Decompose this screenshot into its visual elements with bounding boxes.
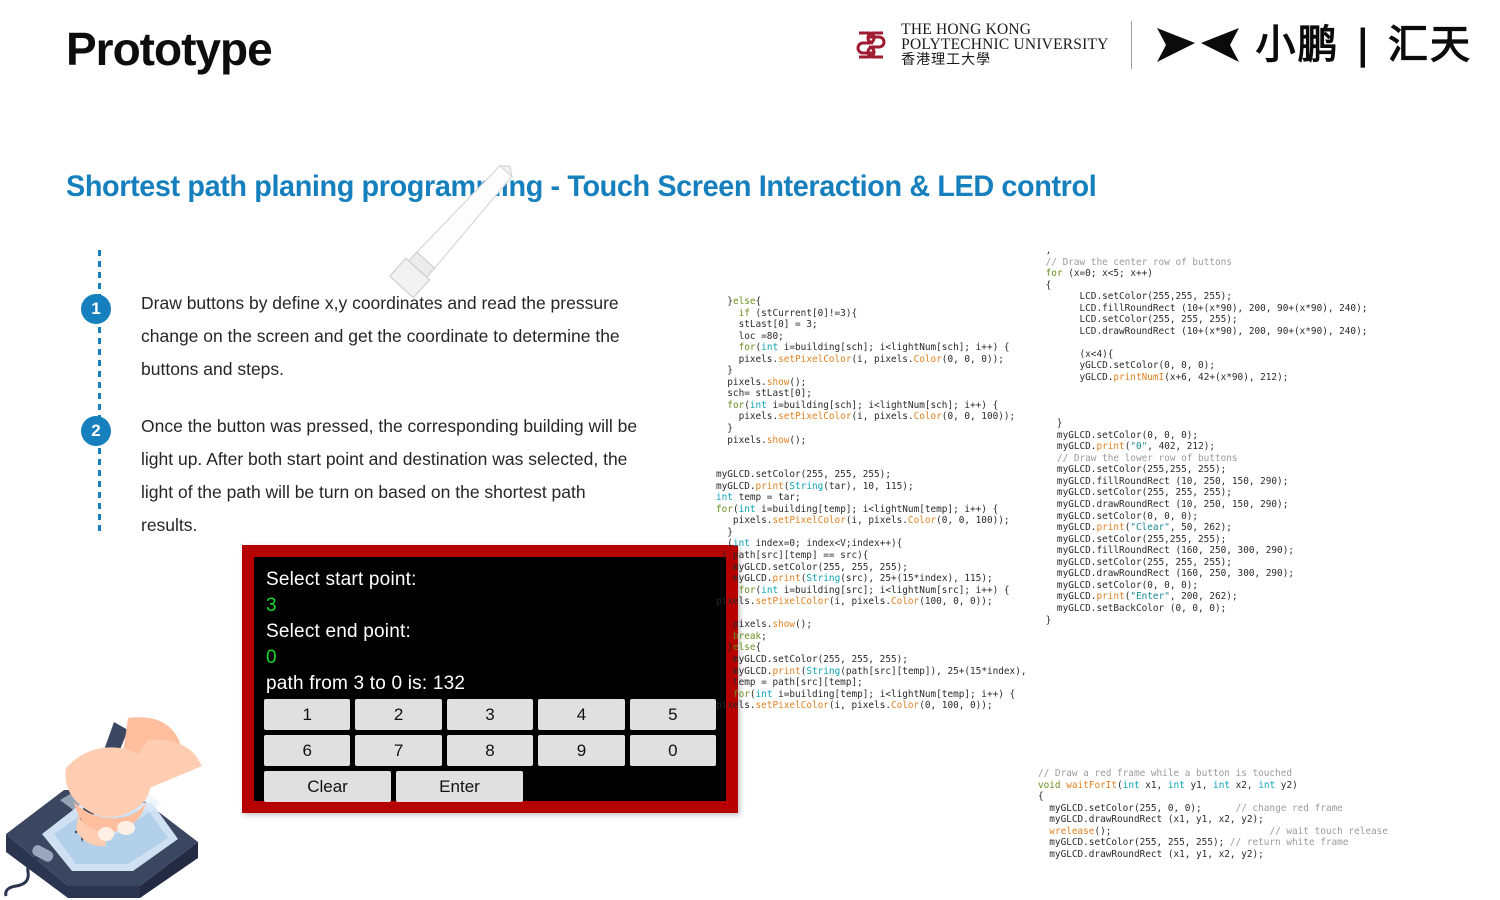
key-8[interactable]: 8 [446,735,534,766]
xpeng-wordmark: 小鹏 | 汇天 [1255,22,1472,68]
polyu-line-1: THE HONG KONG [901,20,1032,38]
key-6[interactable]: 6 [264,735,351,766]
numeric-keypad: 1 2 3 4 5 6 7 8 9 0 Clear Enter [264,699,717,807]
dashed-line [98,250,101,535]
bullet-badge-2: 2 [81,416,111,446]
bullet-text-1: Draw buttons by define x,y coordinates a… [141,293,620,379]
keypad-row-3: Clear Enter [264,771,716,802]
keypad-row-1: 1 2 3 4 5 [264,699,717,730]
code-block-right-lower: // Draw a red frame while a button is to… [1038,768,1388,860]
polyu-line-3-chinese: 香港理工大學 [901,53,992,69]
polyu-wordmark: THE HONG KONG POLYTECHNIC UNIVERSITY 香港理… [901,20,1109,69]
key-2[interactable]: 2 [355,699,442,730]
xpeng-butterfly-icon [1156,28,1239,62]
section-subtitle: Shortest path planing programming - Touc… [66,170,1097,203]
code-block-right-upper: , // Draw the center row of buttons for … [1045,245,1368,626]
timeline-connector: 1 2 [81,250,111,535]
enter-button[interactable]: Enter [396,771,523,802]
key-0[interactable]: 0 [629,735,717,766]
lcd-screen: Select start point: 3 Select end point: … [254,557,726,802]
polyu-line-2: POLYTECHNIC UNIVERSITY [901,36,1109,54]
start-point-prompt: Select start point: [266,569,417,590]
end-point-prompt: Select end point: [266,621,411,642]
bullet-text-2: Once the button was pressed, the corresp… [141,416,638,535]
key-7[interactable]: 7 [355,735,442,766]
key-5[interactable]: 5 [629,699,717,730]
logo-bar: THE HONG KONG POLYTECHNIC UNIVERSITY 香港理… [850,16,1472,74]
xpeng-aeroht-logo: 小鹏 | 汇天 [1154,22,1472,68]
bullet-badge-1: 1 [81,294,111,324]
keypad-row-2: 6 7 8 9 0 [264,735,717,766]
code-block-middle: }else{ if (stCurrent[0]!=3){ stLast[0] =… [716,296,1027,712]
key-4[interactable]: 4 [538,699,625,730]
touchscreen-device-mockup: Select start point: 3 Select end point: … [242,545,738,813]
key-9[interactable]: 9 [538,735,625,766]
key-1[interactable]: 1 [264,699,351,730]
key-3[interactable]: 3 [446,699,534,730]
polyu-emblem-icon [850,24,892,66]
end-point-value: 0 [266,647,277,668]
logo-divider [1130,21,1132,69]
path-result-text: path from 3 to 0 is: 132 [266,673,466,694]
polyu-logo: THE HONG KONG POLYTECHNIC UNIVERSITY 香港理… [850,20,1109,69]
hand-stylus-tablet-illustration [2,706,202,900]
clear-button[interactable]: Clear [264,771,391,802]
start-point-value: 3 [266,595,277,616]
page-title: Prototype [66,23,273,75]
